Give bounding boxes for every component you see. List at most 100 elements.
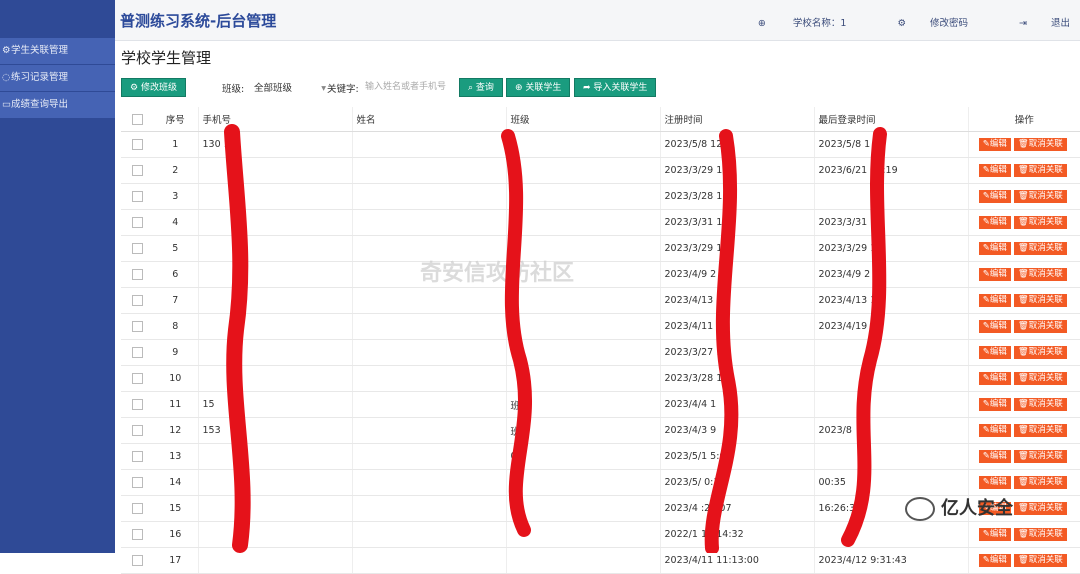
unlink-row-button[interactable]: 🗑取消关联 xyxy=(1013,450,1067,463)
change-password-link[interactable]: ⚙ 修改密码 xyxy=(873,18,968,29)
edit-row-button[interactable]: ✎编辑 xyxy=(978,164,1011,177)
register-time-cell: 2023/4/9 2 xyxy=(659,261,814,288)
row-checkbox[interactable] xyxy=(131,555,143,566)
unlink-row-button[interactable]: 🗑取消关联 xyxy=(1013,216,1067,229)
edit-row-button[interactable]: ✎编辑 xyxy=(978,242,1011,255)
unlink-row-button[interactable]: 🗑取消关联 xyxy=(1013,398,1067,411)
pencil-icon: ✎ xyxy=(982,555,990,565)
last-login-cell: 00:35 xyxy=(813,469,968,496)
row-checkbox[interactable] xyxy=(131,477,143,488)
row-checkbox[interactable] xyxy=(131,425,143,436)
row-select-cell[interactable] xyxy=(121,521,153,548)
row-select-cell[interactable] xyxy=(121,469,153,496)
row-select-cell[interactable] xyxy=(121,339,153,366)
unlink-row-button[interactable]: 🗑取消关联 xyxy=(1013,164,1067,177)
phone-cell xyxy=(197,339,352,366)
row-checkbox[interactable] xyxy=(131,451,143,462)
row-checkbox[interactable] xyxy=(131,295,143,306)
phone-cell xyxy=(197,521,352,548)
import-link-button[interactable]: ➦ 导入关联学生 xyxy=(574,78,657,97)
row-checkbox[interactable] xyxy=(131,139,143,150)
unlink-row-button[interactable]: 🗑取消关联 xyxy=(1013,424,1067,437)
table-row: 17 2023/4/11 11:13:00 2023/4/12 9:31:43 ✎编辑… xyxy=(121,547,1080,574)
row-checkbox[interactable] xyxy=(131,165,143,176)
class-cell: 班 xyxy=(505,157,660,184)
keyword-input[interactable]: 输入姓名或者手机号 xyxy=(361,78,457,97)
query-button[interactable]: ⌕ 查询 xyxy=(459,78,503,97)
row-select-cell[interactable] xyxy=(121,443,153,470)
unlink-row-button[interactable]: 🗑取消关联 xyxy=(1013,268,1067,281)
unlink-row-button[interactable]: 🗑取消关联 xyxy=(1013,476,1067,489)
row-checkbox[interactable] xyxy=(131,529,143,540)
edit-row-button[interactable]: ✎编辑 xyxy=(978,268,1011,281)
row-checkbox[interactable] xyxy=(131,217,143,228)
edit-class-label: 修改班级 xyxy=(140,83,177,93)
row-select-cell[interactable] xyxy=(121,183,153,210)
edit-row-button[interactable]: ✎编辑 xyxy=(978,138,1011,151)
row-select-cell[interactable] xyxy=(121,547,153,574)
edit-row-button[interactable]: ✎编辑 xyxy=(978,372,1011,385)
unlink-row-button[interactable]: 🗑取消关联 xyxy=(1013,294,1067,307)
link-student-button[interactable]: ⊕ 关联学生 xyxy=(506,78,571,97)
unlink-row-button[interactable]: 🗑取消关联 xyxy=(1013,502,1067,515)
row-select-cell[interactable] xyxy=(121,391,153,418)
unlink-row-button[interactable]: 🗑取消关联 xyxy=(1013,242,1067,255)
edit-row-button[interactable]: ✎编辑 xyxy=(978,190,1011,203)
row-select-cell[interactable] xyxy=(121,157,153,184)
row-checkbox[interactable] xyxy=(131,321,143,332)
row-select-cell[interactable] xyxy=(121,261,153,288)
row-checkbox[interactable] xyxy=(131,399,143,410)
phone-cell xyxy=(197,235,352,262)
edit-row-label: 编辑 xyxy=(989,217,1007,227)
edit-row-button[interactable]: ✎编辑 xyxy=(978,424,1011,437)
select-all-cell[interactable] xyxy=(121,107,153,132)
edit-row-button[interactable]: ✎编辑 xyxy=(978,476,1011,489)
plus-icon: ⊕ xyxy=(515,83,526,93)
unlink-row-button[interactable]: 🗑取消关联 xyxy=(1013,138,1067,151)
edit-row-button[interactable]: ✎编辑 xyxy=(978,528,1011,541)
row-select-cell[interactable] xyxy=(121,209,153,236)
unlink-row-button[interactable]: 🗑取消关联 xyxy=(1013,320,1067,333)
row-select-cell[interactable] xyxy=(121,313,153,340)
class-select[interactable]: 全部班级 ▾ xyxy=(249,78,329,97)
unlink-row-button[interactable]: 🗑取消关联 xyxy=(1013,372,1067,385)
sidebar-item-scores[interactable]: ▭成绩查询导出 xyxy=(0,92,115,118)
logout-link[interactable]: ⇥ 退出 xyxy=(995,18,1070,29)
edit-row-button[interactable]: ✎编辑 xyxy=(978,398,1011,411)
wechat-logo-icon xyxy=(905,497,935,521)
register-time-cell: 2023/4/13 1 xyxy=(659,287,814,314)
edit-row-button[interactable]: ✎编辑 xyxy=(978,346,1011,359)
sidebar-item-practice[interactable]: ◌练习记录管理 xyxy=(0,65,115,91)
row-number: 14 xyxy=(153,469,198,496)
unlink-row-button[interactable]: 🗑取消关联 xyxy=(1013,528,1067,541)
edit-row-button[interactable]: ✎编辑 xyxy=(978,554,1011,567)
edit-row-button[interactable]: ✎编辑 xyxy=(978,294,1011,307)
select-all-checkbox[interactable] xyxy=(131,113,143,125)
row-checkbox[interactable] xyxy=(131,269,143,280)
row-checkbox[interactable] xyxy=(131,347,143,358)
register-time-cell: 2023/4/11 11:13:00 xyxy=(659,547,814,574)
edit-row-button[interactable]: ✎编辑 xyxy=(978,320,1011,333)
row-checkbox[interactable] xyxy=(131,243,143,254)
unlink-row-button[interactable]: 🗑取消关联 xyxy=(1013,190,1067,203)
edit-row-button[interactable]: ✎编辑 xyxy=(978,216,1011,229)
edit-class-button[interactable]: ⚙ 修改班级 xyxy=(121,78,186,97)
row-select-cell[interactable] xyxy=(121,131,153,158)
edit-row-button[interactable]: ✎编辑 xyxy=(978,450,1011,463)
row-select-cell[interactable] xyxy=(121,417,153,444)
row-select-cell[interactable] xyxy=(121,235,153,262)
row-select-cell[interactable] xyxy=(121,365,153,392)
row-number: 7 xyxy=(153,287,198,314)
row-checkbox[interactable] xyxy=(131,373,143,384)
unlink-row-label: 取消关联 xyxy=(1028,191,1063,201)
actions-cell: ✎编辑 🗑取消关联 xyxy=(967,417,1080,444)
unlink-row-button[interactable]: 🗑取消关联 xyxy=(1013,554,1067,567)
row-checkbox[interactable] xyxy=(131,503,143,514)
row-number: 11 xyxy=(153,391,198,418)
sidebar-item-student-link[interactable]: ⚙学生关联管理 xyxy=(0,38,115,64)
unlink-row-button[interactable]: 🗑取消关联 xyxy=(1013,346,1067,359)
row-checkbox[interactable] xyxy=(131,191,143,202)
class-cell xyxy=(505,547,660,574)
row-select-cell[interactable] xyxy=(121,495,153,522)
row-select-cell[interactable] xyxy=(121,287,153,314)
